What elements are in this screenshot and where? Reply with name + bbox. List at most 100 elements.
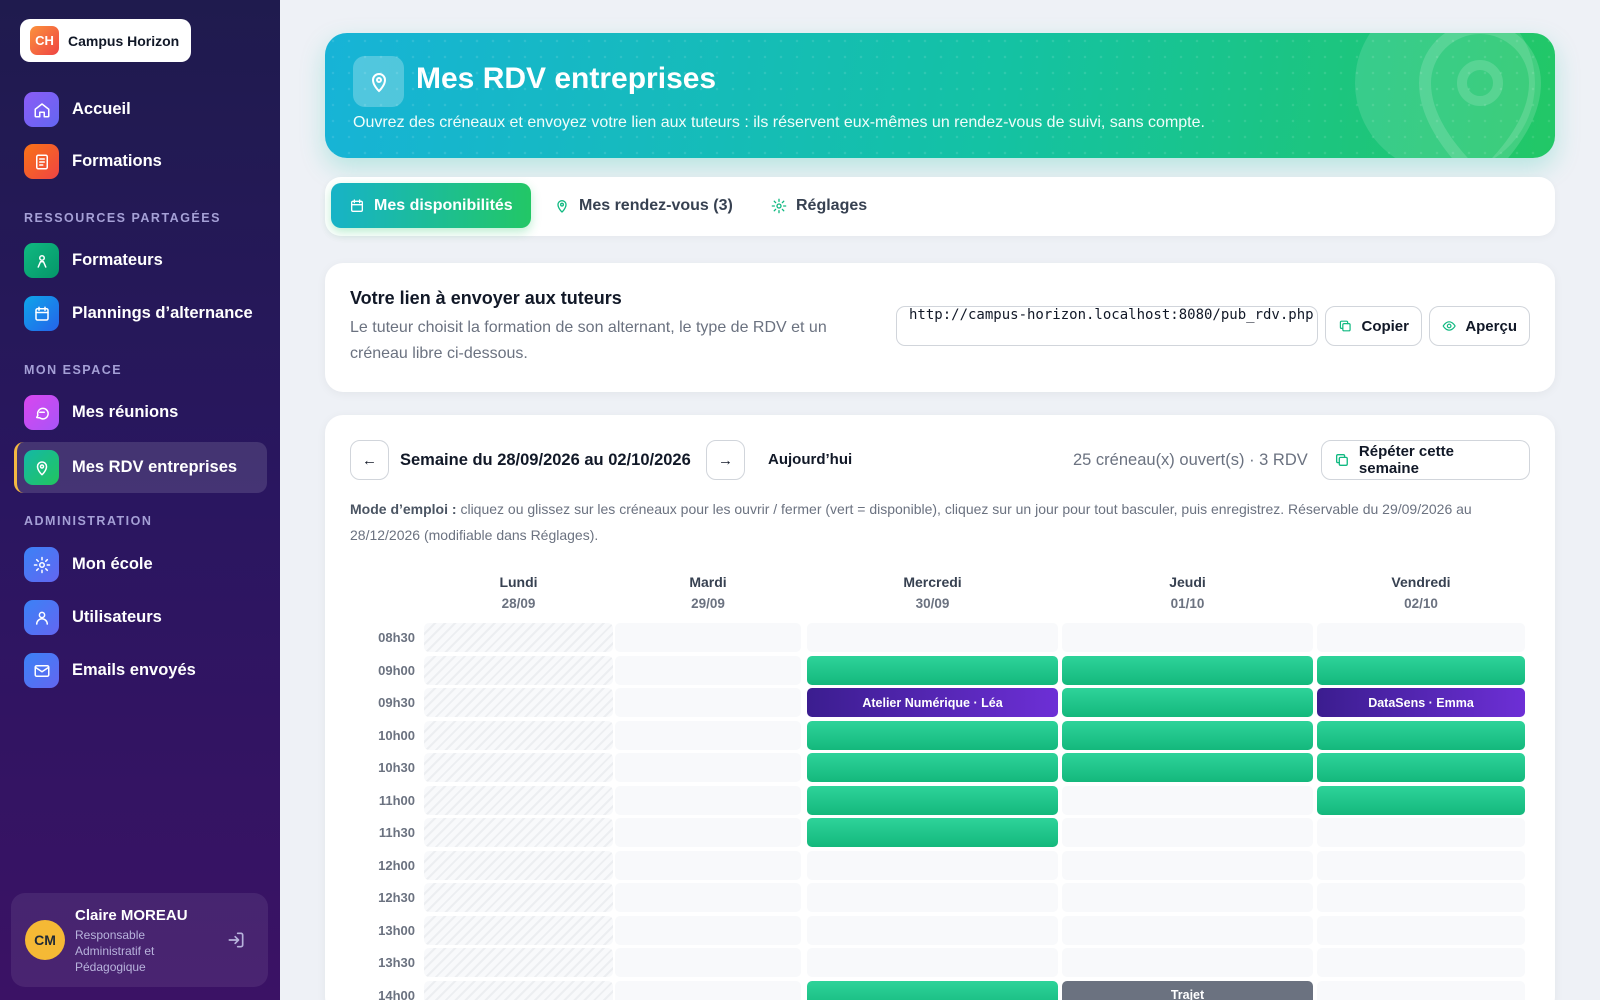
logout-icon[interactable]: [226, 930, 246, 950]
tab-disponibilites[interactable]: Mes disponibilités: [331, 183, 531, 228]
booked-slot[interactable]: Atelier Numérique · Léa: [807, 688, 1058, 717]
sidebar-item-label: Formations: [72, 152, 162, 170]
empty-slot[interactable]: [807, 850, 1058, 880]
open-slot[interactable]: [807, 655, 1058, 685]
empty-slot[interactable]: [1062, 850, 1313, 880]
day-header[interactable]: Vendredi 02/10: [1317, 571, 1525, 615]
empty-slot[interactable]: [1062, 785, 1313, 815]
link-card-title: Votre lien à envoyer aux tuteurs: [350, 288, 622, 308]
sidebar-item-formateurs[interactable]: Formateurs: [14, 235, 267, 286]
sidebar-item-plannings[interactable]: Plannings d’alternance: [14, 288, 267, 339]
open-slot[interactable]: [807, 720, 1058, 750]
empty-slot[interactable]: [807, 883, 1058, 912]
empty-slot[interactable]: [1062, 623, 1313, 652]
past-slot: [424, 785, 613, 815]
sidebar-item-reunions[interactable]: Mes réunions: [14, 387, 267, 438]
empty-slot[interactable]: [1317, 915, 1525, 945]
section-label-mine: MON ESPACE: [24, 363, 123, 377]
empty-slot[interactable]: [1317, 818, 1525, 847]
mail-icon: [24, 653, 59, 688]
past-slot: [424, 818, 613, 847]
open-slot[interactable]: [1062, 720, 1313, 750]
empty-slot[interactable]: [807, 623, 1058, 652]
past-slot: [424, 915, 613, 945]
empty-slot[interactable]: [1317, 948, 1525, 977]
open-slot[interactable]: [1317, 753, 1525, 782]
empty-slot[interactable]: [615, 915, 801, 945]
sidebar-item-accueil[interactable]: Accueil: [14, 84, 267, 135]
open-slot[interactable]: [1317, 720, 1525, 750]
day-name: Mardi: [689, 574, 727, 590]
day-date: 28/09: [501, 596, 536, 611]
empty-slot[interactable]: [615, 688, 801, 717]
sidebar-item-utilisateurs[interactable]: Utilisateurs: [14, 592, 267, 643]
user-icon: [24, 600, 59, 635]
empty-slot[interactable]: [615, 655, 801, 685]
empty-slot[interactable]: [1317, 850, 1525, 880]
previous-week-button[interactable]: ←: [350, 440, 389, 480]
tab-reglages[interactable]: Réglages: [753, 183, 885, 228]
day-header[interactable]: Mercredi 30/09: [807, 571, 1058, 615]
page-title: Mes RDV entreprises: [416, 62, 717, 95]
gear-icon: [24, 547, 59, 582]
open-slot[interactable]: [1317, 655, 1525, 685]
open-slot[interactable]: [1062, 655, 1313, 685]
day-header[interactable]: Lundi 28/09: [424, 571, 613, 615]
booked-slot[interactable]: DataSens · Emma: [1317, 688, 1525, 717]
instructions-text: cliquez ou glissez sur les créneaux pour…: [350, 501, 1472, 543]
preview-button[interactable]: Aperçu: [1429, 306, 1530, 346]
user-name: Claire MOREAU: [75, 907, 188, 924]
sidebar-item-label: Mes RDV entreprises: [72, 458, 238, 476]
empty-slot[interactable]: [615, 720, 801, 750]
open-slot[interactable]: [807, 980, 1058, 1000]
open-slot[interactable]: [1062, 753, 1313, 782]
open-slot[interactable]: [1317, 785, 1525, 815]
open-slot[interactable]: [1062, 688, 1313, 717]
past-slot: [424, 980, 613, 1000]
brand[interactable]: CH Campus Horizon: [20, 19, 191, 62]
sidebar-item-label: Formateurs: [72, 251, 163, 269]
travel-slot[interactable]: Trajet: [1062, 980, 1313, 1000]
empty-slot[interactable]: [615, 818, 801, 847]
empty-slot[interactable]: [1317, 623, 1525, 652]
empty-slot[interactable]: [1317, 980, 1525, 1000]
open-slot[interactable]: [807, 818, 1058, 847]
time-label: 10h00: [378, 727, 415, 743]
time-label: 13h00: [378, 922, 415, 938]
next-week-button[interactable]: →: [706, 440, 745, 480]
open-slot[interactable]: [807, 753, 1058, 782]
empty-slot[interactable]: [615, 980, 801, 1000]
repeat-week-button[interactable]: Répéter cette semaine: [1321, 440, 1530, 480]
chat-icon: [24, 395, 59, 430]
time-label: 08h30: [378, 630, 415, 645]
empty-slot[interactable]: [615, 883, 801, 912]
empty-slot[interactable]: [1062, 883, 1313, 912]
empty-slot[interactable]: [615, 623, 801, 652]
empty-slot[interactable]: [1317, 883, 1525, 912]
copy-button[interactable]: Copier: [1325, 306, 1422, 346]
time-label: 10h30: [378, 760, 415, 775]
day-header[interactable]: Jeudi 01/10: [1062, 571, 1313, 615]
copy-icon: [1339, 320, 1351, 332]
empty-slot[interactable]: [615, 785, 801, 815]
empty-slot[interactable]: [615, 948, 801, 977]
sidebar-item-rdv-entreprises[interactable]: Mes RDV entreprises: [14, 442, 267, 493]
empty-slot[interactable]: [1062, 818, 1313, 847]
sidebar-item-formations[interactable]: Formations: [14, 136, 267, 187]
today-button[interactable]: Aujourd’hui: [768, 451, 852, 468]
past-slot: [424, 753, 613, 782]
booking-url-field[interactable]: http://campus-horizon.localhost:8080/pub…: [896, 306, 1318, 346]
day-header[interactable]: Mardi 29/09: [615, 571, 801, 615]
past-slot: [424, 655, 613, 685]
empty-slot[interactable]: [1062, 915, 1313, 945]
open-slot[interactable]: [807, 785, 1058, 815]
sidebar-item-label: Accueil: [72, 100, 131, 118]
sidebar-item-mon-ecole[interactable]: Mon école: [14, 539, 267, 590]
empty-slot[interactable]: [807, 948, 1058, 977]
empty-slot[interactable]: [615, 850, 801, 880]
tab-rendez-vous[interactable]: Mes rendez-vous (3): [536, 183, 751, 228]
sidebar-item-emails[interactable]: Emails envoyés: [14, 645, 267, 696]
empty-slot[interactable]: [807, 915, 1058, 945]
empty-slot[interactable]: [1062, 948, 1313, 977]
empty-slot[interactable]: [615, 753, 801, 782]
